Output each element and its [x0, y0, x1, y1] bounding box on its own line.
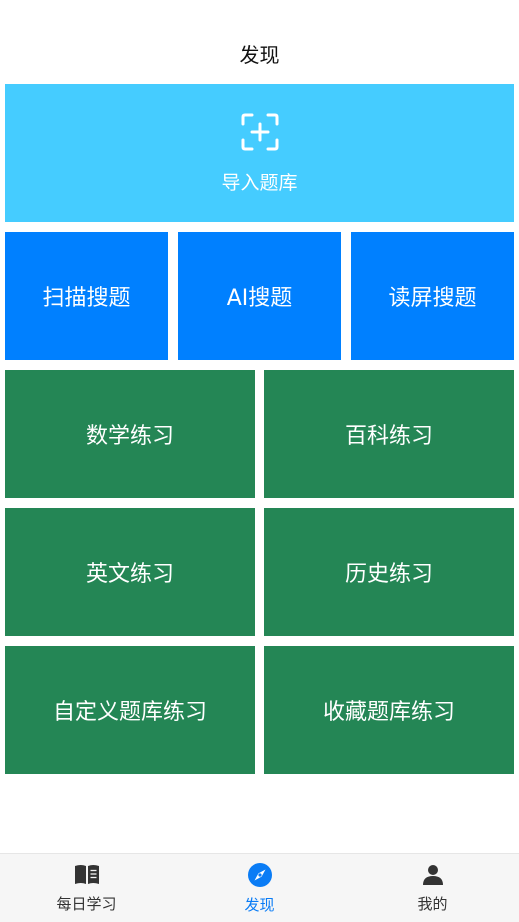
- nav-label-daily-study: 每日学习: [56, 895, 117, 913]
- ai-search-label: AI搜题: [226, 286, 293, 311]
- nav-item-me[interactable]: 我的: [346, 854, 519, 922]
- custom-bank-practice-label: 自定义题库练习: [52, 700, 207, 725]
- nav-item-daily-study[interactable]: 每日学习: [0, 854, 173, 922]
- screen-read-search-label: 读屏搜题: [388, 286, 477, 311]
- bottom-nav: 每日学习 发现 我的: [0, 853, 519, 922]
- scan-search-button[interactable]: 扫描搜题: [5, 232, 168, 360]
- title-bar: 发现: [0, 0, 519, 84]
- scan-search-label: 扫描搜题: [42, 286, 131, 311]
- favorite-bank-practice-button[interactable]: 收藏题库练习: [264, 646, 514, 774]
- discover-screen: 发现 导入题库 扫描搜题 AI搜题 读屏搜题 数学练习 百科练习 英文练习 历史…: [0, 0, 519, 922]
- english-practice-label: 英文练习: [85, 562, 174, 587]
- math-practice-button[interactable]: 数学练习: [5, 370, 255, 498]
- history-practice-button[interactable]: 历史练习: [264, 508, 514, 636]
- favorite-bank-practice-label: 收藏题库练习: [322, 700, 455, 725]
- import-label: 导入题库: [221, 171, 298, 194]
- nav-item-discover[interactable]: 发现: [173, 854, 346, 922]
- nav-label-me: 我的: [417, 895, 448, 913]
- encyclopedia-practice-label: 百科练习: [344, 424, 433, 449]
- book-icon: [74, 865, 99, 884]
- ai-search-button[interactable]: AI搜题: [178, 232, 341, 360]
- custom-bank-practice-button[interactable]: 自定义题库练习: [5, 646, 255, 774]
- scan-plus-icon: [241, 113, 278, 150]
- history-practice-label: 历史练习: [344, 562, 433, 587]
- encyclopedia-practice-button[interactable]: 百科练习: [264, 370, 514, 498]
- import-question-bank-button[interactable]: 导入题库: [5, 84, 514, 222]
- nav-label-discover: 发现: [244, 896, 275, 914]
- person-icon: [422, 865, 443, 885]
- math-practice-label: 数学练习: [85, 424, 174, 449]
- compass-icon: [247, 863, 272, 887]
- page-title: 发现: [239, 42, 280, 67]
- english-practice-button[interactable]: 英文练习: [5, 508, 255, 636]
- screen-read-search-button[interactable]: 读屏搜题: [351, 232, 514, 360]
